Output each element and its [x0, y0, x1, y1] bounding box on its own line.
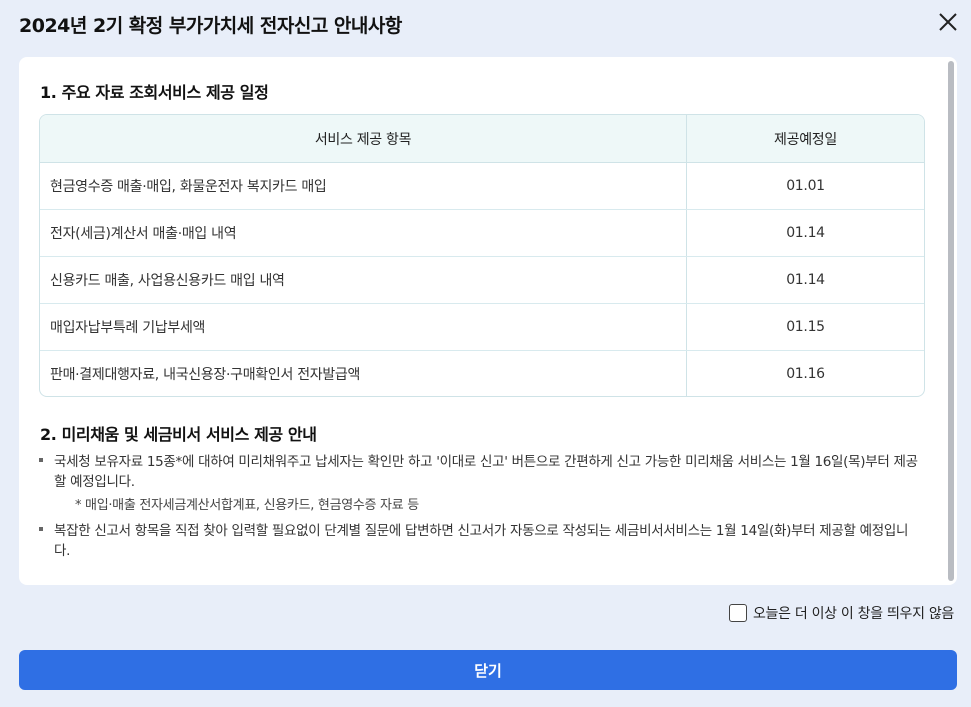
bullet-text: 국세청 보유자료 15종*에 대하여 미리채워주고 납세자는 확인만 하고 '이… [54, 454, 918, 490]
table-cell-item: 현금영수증 매출·매입, 화물운전자 복지카드 매입 [40, 162, 687, 210]
scrollbar[interactable] [948, 61, 954, 581]
table-cell-date: 01.15 [686, 303, 924, 351]
section2-title: 2. 미리채움 및 세금비서 서비스 제공 안내 [40, 425, 317, 444]
content-panel: 1. 주요 자료 조회서비스 제공 일정 서비스 제공 항목 제공예정일 현금영… [19, 57, 957, 585]
table-cell-date: 01.01 [686, 162, 924, 210]
table-row: 현금영수증 매출·매입, 화물운전자 복지카드 매입 01.01 [40, 162, 924, 210]
table-row: 매입자납부특례 기납부세액 01.15 [40, 303, 924, 351]
dont-show-checkbox[interactable] [728, 604, 747, 622]
section1-title: 1. 주요 자료 조회서비스 제공 일정 [40, 83, 269, 102]
table-cell-item: 신용카드 매출, 사업용신용카드 매입 내역 [40, 256, 687, 304]
service-notes: 국세청 보유자료 15종*에 대하여 미리채워주고 납세자는 확인만 하고 '이… [39, 452, 919, 561]
table-header-row: 서비스 제공 항목 제공예정일 [40, 115, 924, 163]
dialog-header: 2024년 2기 확정 부가가치세 전자신고 안내사항 [19, 12, 971, 42]
table-row: 전자(세금)계산서 매출·매입 내역 01.14 [40, 209, 924, 257]
dont-show-today[interactable]: 오늘은 더 이상 이 창을 띄우지 않음 [728, 603, 954, 623]
table-cell-date: 01.14 [686, 256, 924, 304]
table-header-date: 제공예정일 [686, 115, 924, 163]
bullet-icon [39, 458, 43, 462]
table-header-item: 서비스 제공 항목 [40, 115, 687, 163]
table-cell-item: 전자(세금)계산서 매출·매입 내역 [40, 209, 687, 257]
table-cell-item: 판매·결제대행자료, 내국신용장·구매확인서 전자발급액 [40, 350, 687, 396]
bullet-icon [39, 527, 43, 531]
table-cell-date: 01.14 [686, 209, 924, 257]
close-icon[interactable] [937, 11, 959, 33]
bullet-text: 복잡한 신고서 항목을 직접 찾아 입력할 필요없이 단계별 질문에 답변하면 … [54, 523, 909, 559]
schedule-table: 서비스 제공 항목 제공예정일 현금영수증 매출·매입, 화물운전자 복지카드 … [39, 114, 925, 397]
list-item: 복잡한 신고서 항목을 직접 찾아 입력할 필요없이 단계별 질문에 답변하면 … [39, 521, 919, 561]
list-item: 국세청 보유자료 15종*에 대하여 미리채워주고 납세자는 확인만 하고 '이… [39, 452, 919, 492]
dialog-title: 2024년 2기 확정 부가가치세 전자신고 안내사항 [19, 15, 402, 37]
table-row: 신용카드 매출, 사업용신용카드 매입 내역 01.14 [40, 256, 924, 304]
dont-show-label[interactable]: 오늘은 더 이상 이 창을 띄우지 않음 [753, 603, 954, 623]
table-cell-date: 01.16 [786, 366, 825, 382]
close-button[interactable]: 닫기 [19, 650, 957, 690]
table-cell-item: 매입자납부특례 기납부세액 [40, 303, 687, 351]
table-row: 판매·결제대행자료, 내국신용장·구매확인서 전자발급액 01.16 [40, 350, 924, 396]
bullet-note: * 매입·매출 전자세금계산서합계표, 신용카드, 현금영수증 자료 등 [75, 498, 419, 513]
